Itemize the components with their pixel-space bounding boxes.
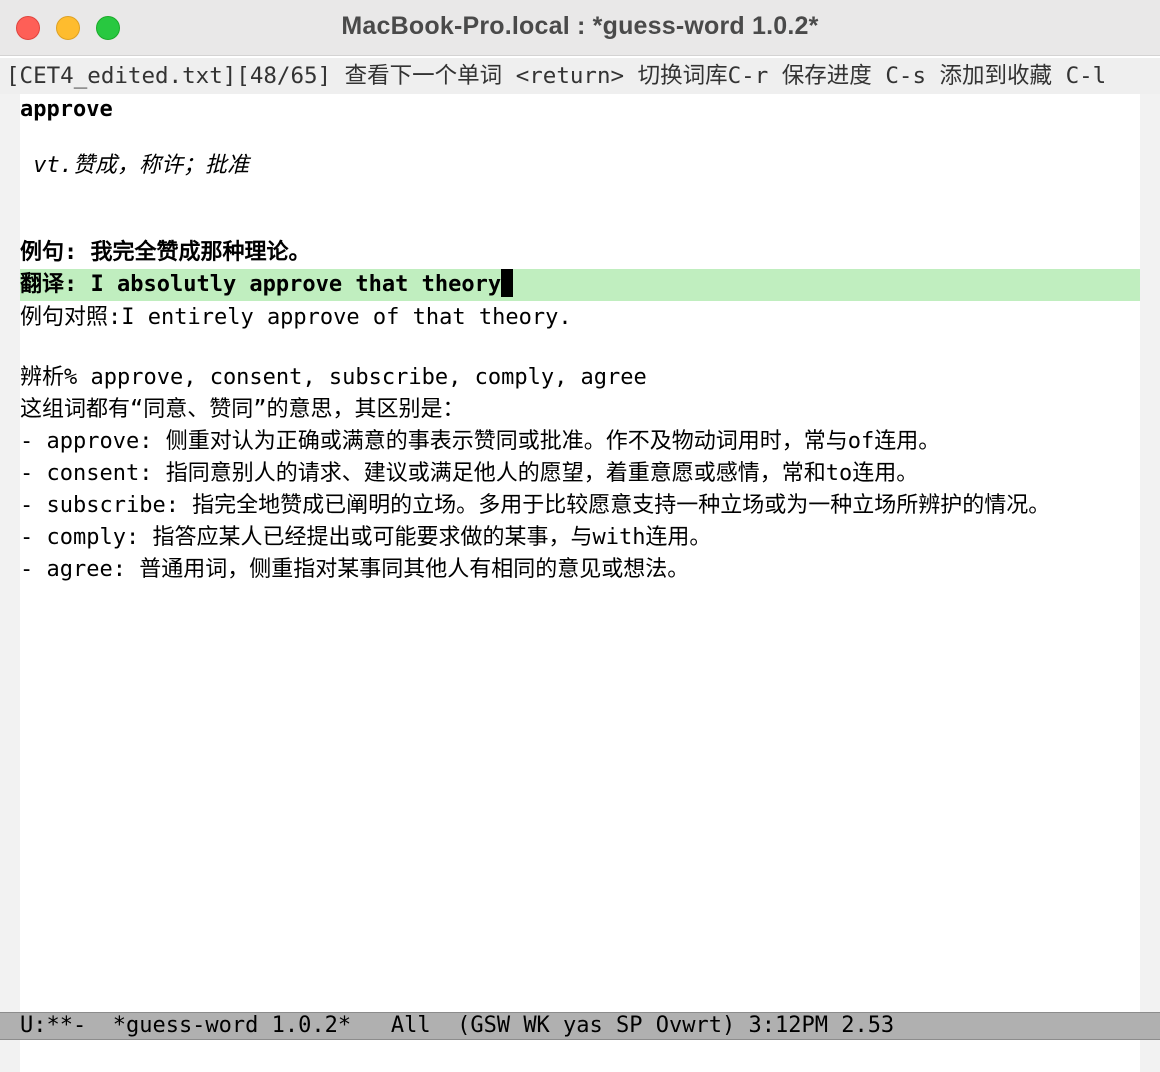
analysis-item: - consent: 指同意别人的请求、建议或满足他人的愿望，着重意愿或感情，常… (20, 461, 919, 486)
editor-buffer[interactable]: approve vt.赞成，称许；批准 例句: 我完全赞成那种理论。 翻译: I… (20, 94, 1140, 1012)
analysis-item: - approve: 侧重对认为正确或满意的事表示赞同或批准。作不及物动词用时，… (20, 429, 941, 454)
left-fringe (0, 94, 20, 1072)
window-title: MacBook-Pro.local : *guess-word 1.0.2* (341, 12, 819, 40)
right-fringe (1140, 94, 1160, 1072)
text-cursor (501, 269, 514, 297)
analysis-item: - comply: 指答应某人已经提出或可能要求做的某事，与with连用。 (20, 525, 712, 550)
definition: vt.赞成，称许；批准 (20, 153, 249, 178)
analysis-item: - subscribe: 指完全地赞成已阐明的立场。多用于比较愿意支持一种立场或… (20, 493, 1051, 518)
example-sentence: 例句: 我完全赞成那种理论。 (20, 240, 311, 265)
analysis-heading: 辨析% approve, consent, subscribe, comply,… (20, 365, 647, 390)
example-reference: 例句对照:I entirely approve of that theory. (20, 305, 572, 330)
analysis-item: - agree: 普通用词，侧重指对某事同其他人有相同的意见或想法。 (20, 557, 690, 582)
title-bar: MacBook-Pro.local : *guess-word 1.0.2* (0, 0, 1160, 56)
header-line: [CET4_edited.txt][48/65] 查看下一个单词 <return… (0, 58, 1160, 94)
mode-line: U:**- *guess-word 1.0.2* All (GSW WK yas… (0, 1012, 1160, 1040)
word-heading: approve (20, 97, 113, 122)
analysis-intro: 这组词都有“同意、赞同”的意思，其区别是： (20, 397, 465, 422)
translation-line[interactable]: 翻译: I absolutly approve that theory (20, 269, 1140, 301)
translation-input[interactable]: 翻译: I absolutly approve that theory (20, 272, 501, 297)
